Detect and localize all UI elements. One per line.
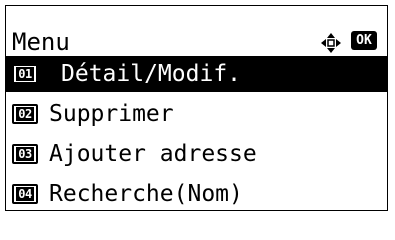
item-number: 03 bbox=[16, 147, 34, 161]
item-number: 02 bbox=[16, 107, 34, 121]
panel-screen: Menu OK 01 Détail/Modif. 02 Supprimer 03 bbox=[5, 5, 388, 211]
menu-item-supprimer[interactable]: 02 Supprimer bbox=[6, 96, 387, 132]
menu-item-recherche-nom[interactable]: 04 Recherche(Nom) bbox=[6, 176, 387, 212]
menu-item-label: Recherche(Nom) bbox=[49, 181, 243, 207]
ok-button[interactable]: OK bbox=[351, 31, 377, 50]
menu-list: 01 Détail/Modif. 02 Supprimer 03 Ajouter… bbox=[6, 56, 387, 216]
menu-item-ajouter-adresse[interactable]: 03 Ajouter adresse bbox=[6, 136, 387, 172]
menu-item-label: Supprimer bbox=[49, 101, 174, 127]
four-way-arrow-icon bbox=[321, 33, 341, 53]
menu-item-detail-modif[interactable]: 01 Détail/Modif. bbox=[6, 56, 387, 92]
item-number-badge: 01 bbox=[12, 64, 38, 84]
menu-item-label: Ajouter adresse bbox=[49, 141, 257, 167]
header-bar: Menu OK bbox=[6, 24, 387, 60]
page-title: Menu bbox=[12, 28, 70, 56]
item-number-badge: 03 bbox=[12, 144, 38, 164]
item-number-badge: 04 bbox=[12, 184, 38, 204]
item-number: 04 bbox=[16, 187, 34, 201]
menu-item-label: Détail/Modif. bbox=[61, 61, 242, 87]
item-number: 01 bbox=[16, 67, 34, 81]
item-number-badge: 02 bbox=[12, 104, 38, 124]
